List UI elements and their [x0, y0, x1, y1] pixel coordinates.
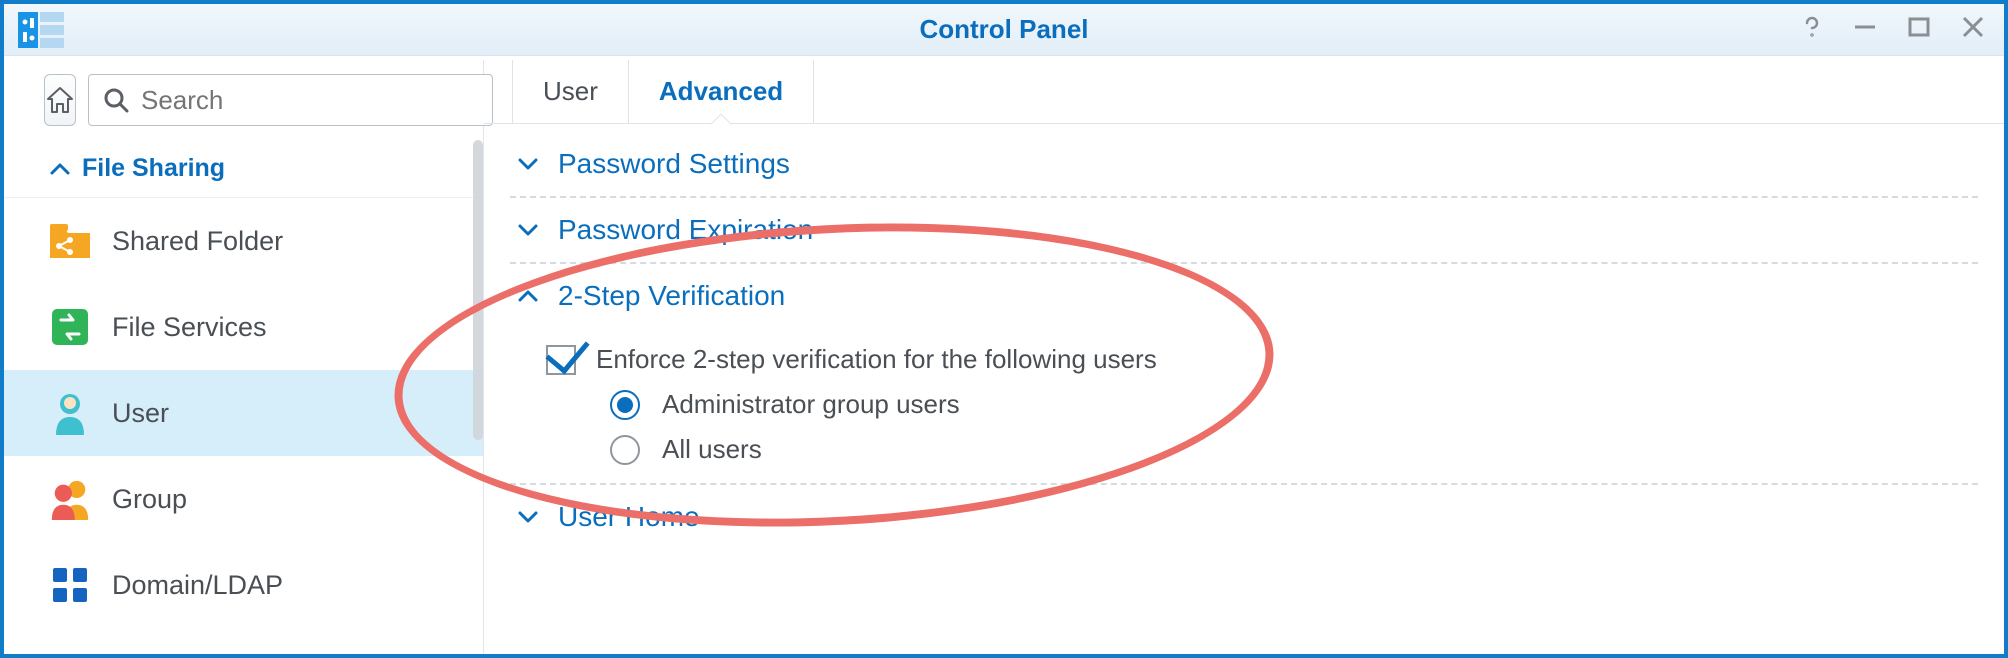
sidebar-scrollbar[interactable]	[473, 140, 483, 440]
section-user-home[interactable]: User Home	[510, 485, 1978, 549]
sidebar-section-label: File Sharing	[82, 154, 225, 183]
sidebar: File Sharing Shared Folder File Services…	[4, 60, 484, 654]
enforce-2step-label: Enforce 2-step verification for the foll…	[596, 344, 1157, 375]
sidebar-item-user[interactable]: User	[4, 370, 483, 456]
sidebar-item-file-services[interactable]: File Services	[4, 284, 483, 370]
chevron-down-icon	[516, 218, 540, 242]
sidebar-item-label: Shared Folder	[112, 226, 283, 257]
sidebar-item-group[interactable]: Group	[4, 456, 483, 542]
shared-folder-icon	[48, 219, 92, 263]
section-label: Password Settings	[558, 148, 790, 180]
chevron-down-icon	[516, 152, 540, 176]
tab-advanced[interactable]: Advanced	[629, 60, 814, 123]
sidebar-item-label: User	[112, 398, 169, 429]
sidebar-item-label: Group	[112, 484, 187, 515]
section-label: 2-Step Verification	[558, 280, 785, 312]
maximize-button[interactable]	[1906, 14, 1932, 45]
search-icon	[103, 87, 129, 113]
radio-all-label: All users	[662, 434, 762, 465]
tab-user[interactable]: User	[512, 60, 629, 123]
2step-body: Enforce 2-step verification for the foll…	[510, 328, 1978, 485]
file-services-icon	[48, 305, 92, 349]
search-input-container[interactable]	[88, 74, 493, 126]
domain-ldap-icon	[48, 563, 92, 607]
window-title: Control Panel	[4, 14, 2004, 45]
section-password-expiration[interactable]: Password Expiration	[510, 198, 1978, 264]
main-content: User Advanced Password Settings Password…	[484, 60, 2004, 654]
close-button[interactable]	[1960, 14, 1986, 45]
sidebar-item-label: Domain/LDAP	[112, 570, 283, 601]
sidebar-item-shared-folder[interactable]: Shared Folder	[4, 198, 483, 284]
tabs: User Advanced	[484, 60, 2004, 124]
section-2step-verification[interactable]: 2-Step Verification	[510, 264, 1978, 328]
group-icon	[48, 477, 92, 521]
sidebar-item-domain-ldap[interactable]: Domain/LDAP	[4, 542, 483, 628]
control-panel-window: Control Panel	[0, 0, 2008, 658]
titlebar: Control Panel	[4, 4, 2004, 56]
section-label: User Home	[558, 501, 700, 533]
radio-admin-label: Administrator group users	[662, 389, 960, 420]
radio-admin-users[interactable]	[610, 390, 640, 420]
radio-all-users[interactable]	[610, 435, 640, 465]
search-input[interactable]	[139, 84, 478, 117]
enforce-2step-checkbox[interactable]	[546, 345, 576, 375]
sidebar-section-file-sharing[interactable]: File Sharing	[4, 140, 483, 198]
minimize-button[interactable]	[1852, 14, 1878, 45]
chevron-up-icon	[516, 284, 540, 308]
section-password-settings[interactable]: Password Settings	[510, 132, 1978, 198]
user-icon	[48, 391, 92, 435]
home-icon	[45, 86, 75, 114]
chevron-down-icon	[516, 505, 540, 529]
help-icon[interactable]	[1800, 15, 1824, 44]
sidebar-item-label: File Services	[112, 312, 267, 343]
section-label: Password Expiration	[558, 214, 813, 246]
chevron-up-icon	[48, 157, 72, 181]
home-button[interactable]	[44, 74, 76, 126]
control-panel-app-icon	[18, 12, 64, 48]
